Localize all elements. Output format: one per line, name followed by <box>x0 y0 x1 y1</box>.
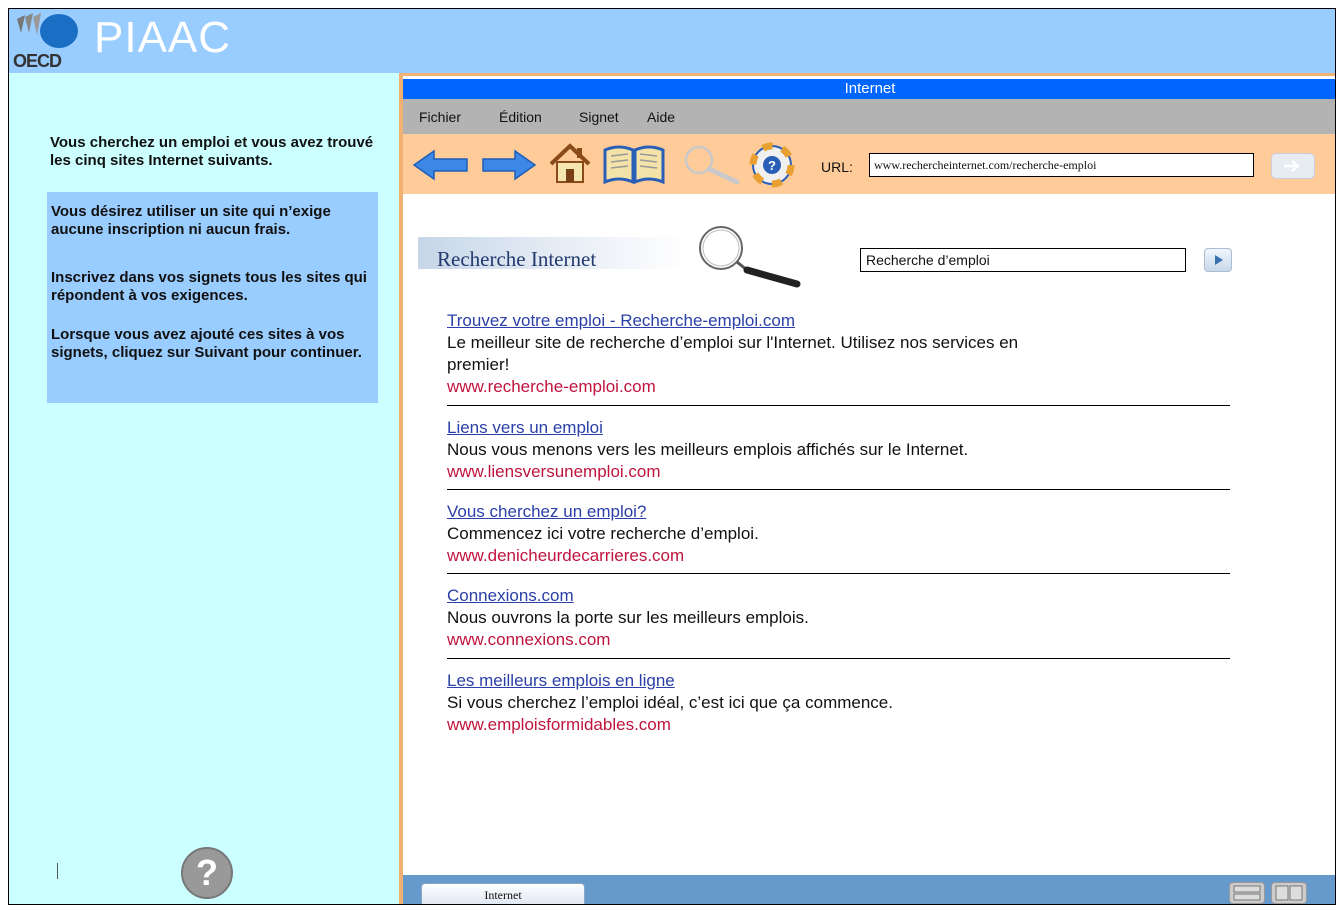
menu-aide[interactable]: Aide <box>647 109 675 125</box>
help-button[interactable]: ? <box>181 847 233 899</box>
search-result: Les meilleurs emplois en ligne Si vous c… <box>447 670 1237 736</box>
app-frame: OECD PIAAC Vous cherchez un emploi et vo… <box>8 8 1336 905</box>
result-link[interactable]: Connexions.com <box>447 585 574 607</box>
magnifier-icon <box>699 226 801 288</box>
vertical-split-view-button[interactable] <box>1271 882 1307 904</box>
result-link[interactable]: Vous cherchez un emploi? <box>447 501 646 523</box>
result-link[interactable]: Liens vers un emploi <box>447 417 603 439</box>
instruction-text: Vous désirez utiliser un site qui n’exig… <box>51 203 331 238</box>
instruction-text: Lorsque vous avez ajouté ces sites à vos… <box>51 326 362 361</box>
svg-text:?: ? <box>768 158 776 173</box>
result-description: Le meilleur site de recherche d’emploi s… <box>447 333 1019 374</box>
result-url: www.emploisformidables.com <box>447 715 671 734</box>
header-banner: OECD PIAAC <box>9 9 1335 73</box>
horizontal-split-view-button[interactable] <box>1229 882 1265 904</box>
result-description: Nous ouvrons la porte sur les meilleurs … <box>447 608 809 627</box>
browser-toolbar: ? URL: <box>403 134 1335 194</box>
forward-arrow-icon[interactable] <box>481 148 537 182</box>
menu-edition[interactable]: Édition <box>499 109 542 125</box>
browser-window: Internet Fichier Édition Signet Aide ? U… <box>403 76 1335 904</box>
search-result: Trouvez votre emploi - Recherche-emploi.… <box>447 310 1237 398</box>
search-result: Vous cherchez un emploi? Commencez ici v… <box>447 501 1237 567</box>
result-divider <box>447 658 1230 659</box>
result-divider <box>447 405 1230 406</box>
search-input[interactable] <box>860 248 1186 272</box>
intro-text: Vous cherchez un emploi et vous avez tro… <box>50 134 374 169</box>
result-url: www.recherche-emploi.com <box>447 377 656 396</box>
text-cursor <box>57 863 58 879</box>
result-description: Nous vous menons vers les meilleurs empl… <box>447 440 969 459</box>
help-icon[interactable]: ? <box>748 142 796 188</box>
book-icon[interactable] <box>601 142 667 186</box>
instruction-text: Inscrivez dans vos signets tous les site… <box>51 269 367 304</box>
menu-signet[interactable]: Signet <box>579 109 619 125</box>
back-arrow-icon[interactable] <box>412 148 470 182</box>
magnifier-icon[interactable] <box>681 142 743 186</box>
url-label: URL: <box>821 159 853 175</box>
search-title: Recherche Internet <box>437 247 597 271</box>
go-button[interactable] <box>1271 153 1315 179</box>
menu-fichier[interactable]: Fichier <box>419 109 461 125</box>
result-divider <box>447 573 1230 574</box>
piaac-title: PIAAC <box>94 13 232 62</box>
instruction-box: Vous désirez utiliser un site qui n’exig… <box>47 192 378 403</box>
oecd-logo-text: OECD <box>13 51 62 71</box>
menu-bar: Fichier Édition Signet Aide <box>403 99 1335 134</box>
result-link[interactable]: Trouvez votre emploi - Recherche-emploi.… <box>447 310 795 332</box>
result-divider <box>447 489 1230 490</box>
url-input[interactable] <box>869 153 1254 177</box>
result-url: www.liensversunemploi.com <box>447 462 661 481</box>
status-bar: Internet <box>403 875 1335 904</box>
horizontal-split-icon <box>1233 885 1261 901</box>
browser-title-bar: Internet <box>403 79 1335 99</box>
search-submit-button[interactable] <box>1204 248 1232 272</box>
result-description: Si vous cherchez l’emploi idéal, c’est i… <box>447 693 893 712</box>
tab-internet[interactable]: Internet <box>421 883 585 904</box>
search-result: Liens vers un emploi Nous vous menons ve… <box>447 417 1237 483</box>
result-url: www.denicheurdecarrieres.com <box>447 546 685 565</box>
search-result: Connexions.com Nous ouvrons la porte sur… <box>447 585 1237 651</box>
vertical-split-icon <box>1275 885 1303 901</box>
result-description: Commencez ici votre recherche d’emploi. <box>447 524 759 543</box>
result-link[interactable]: Les meilleurs emplois en ligne <box>447 670 675 692</box>
home-icon[interactable] <box>547 142 593 186</box>
go-arrow-icon <box>1284 160 1300 172</box>
result-url: www.connexions.com <box>447 630 611 649</box>
